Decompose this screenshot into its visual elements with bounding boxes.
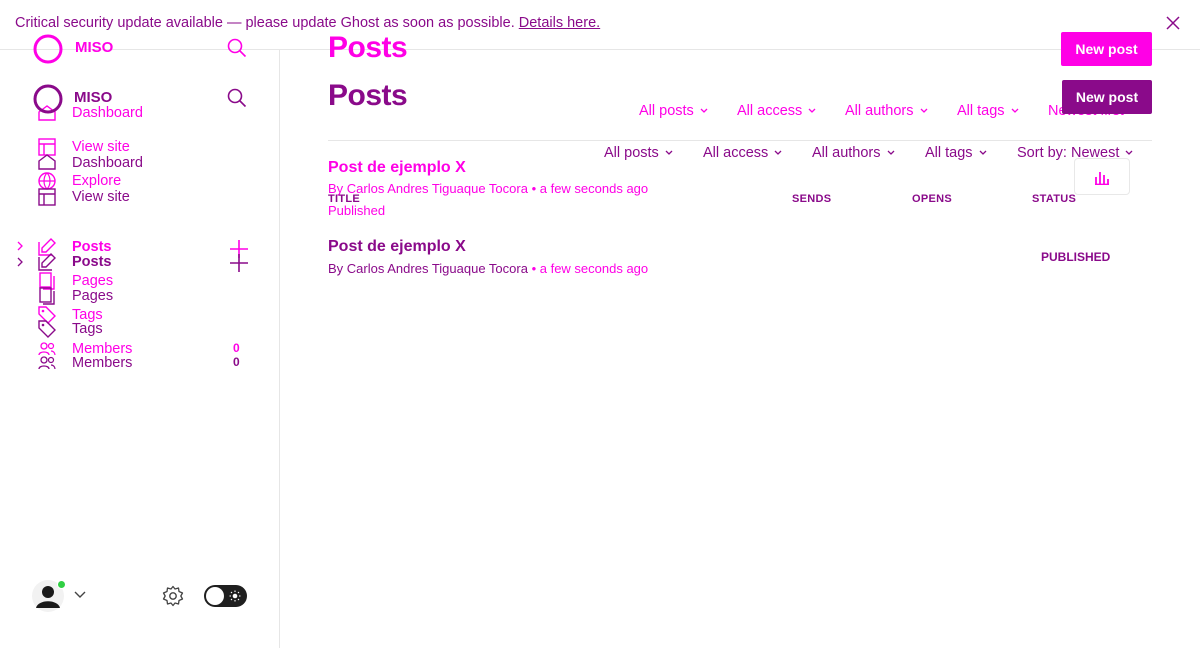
site-name: MISO — [75, 39, 114, 56]
chevron-down-icon — [1011, 108, 1019, 113]
view-site-icon — [38, 188, 56, 206]
avatar[interactable] — [32, 580, 66, 612]
chevron-right-icon[interactable] — [16, 257, 24, 267]
search-icon[interactable] — [227, 88, 247, 108]
nav-view-site[interactable]: View site — [72, 139, 130, 155]
sun-icon — [229, 590, 241, 602]
chevron-right-icon[interactable] — [16, 241, 24, 251]
filter-author-label: All authors — [812, 145, 881, 161]
members-count: 0 — [233, 355, 240, 369]
status-badge: PUBLISHED — [1041, 250, 1111, 264]
filter-access-label: All access — [703, 145, 769, 161]
filter-tag[interactable]: All tags — [957, 103, 1019, 119]
home-icon — [38, 154, 56, 170]
filter-type[interactable]: All posts — [604, 145, 673, 161]
chevron-down-icon — [887, 150, 894, 155]
edit-icon — [38, 253, 56, 271]
nav-pages[interactable]: Pages — [72, 273, 113, 289]
chevron-down-icon — [979, 150, 987, 155]
nav-tags[interactable]: Tags — [72, 321, 103, 337]
nav-view-site[interactable]: View site — [72, 189, 130, 205]
chevron-down-icon — [1125, 150, 1133, 155]
new-post-button[interactable]: New post — [1061, 32, 1152, 66]
chevron-down-icon — [700, 108, 708, 113]
dark-mode-toggle[interactable] — [204, 585, 247, 607]
nav-posts[interactable]: Posts — [72, 239, 112, 255]
filter-author-label: All authors — [845, 103, 914, 119]
post-meta: By Carlos Andres Tiguaque Tocora • a few… — [328, 261, 648, 276]
close-icon[interactable] — [1166, 16, 1182, 32]
nav-posts[interactable]: Posts — [72, 254, 112, 270]
online-status-dot — [57, 580, 66, 589]
header-divider — [328, 140, 1152, 141]
filter-tag-label: All tags — [957, 103, 1005, 119]
post-time: • a few seconds ago — [531, 181, 649, 196]
site-name: MISO — [74, 89, 113, 106]
filter-tag-label: All tags — [925, 145, 973, 161]
post-author: Carlos Andres Tiguaque Tocora — [346, 181, 528, 196]
analytics-button[interactable] — [1074, 158, 1130, 195]
filter-tag[interactable]: All tags — [925, 145, 987, 161]
banner-divider — [0, 49, 1200, 50]
plus-icon[interactable] — [229, 253, 249, 273]
banner-text: Critical security update available — ple… — [15, 15, 515, 31]
post-title[interactable]: Post de ejemplo X — [328, 238, 466, 256]
column-title: TITLE — [328, 193, 361, 205]
chevron-down-icon[interactable] — [74, 591, 86, 599]
filter-type-label: All posts — [639, 103, 694, 119]
filter-type-label: All posts — [604, 145, 659, 161]
column-opens: OPENS — [912, 193, 953, 205]
nav-explore[interactable]: Explore — [72, 173, 121, 189]
nav-pages[interactable]: Pages — [72, 288, 113, 304]
nav-dashboard[interactable]: Dashboard — [72, 105, 143, 121]
toggle-knob — [206, 587, 224, 605]
members-icon — [38, 356, 56, 370]
column-sends: SENDS — [792, 193, 832, 205]
members-count: 0 — [233, 341, 240, 355]
filter-author[interactable]: All authors — [845, 103, 928, 119]
new-post-button[interactable]: New post — [1062, 80, 1152, 114]
nav-dashboard[interactable]: Dashboard — [72, 155, 143, 171]
sidebar-divider — [279, 49, 280, 648]
site-logo-icon — [32, 33, 64, 65]
column-status: STATUS — [1032, 193, 1077, 205]
post-meta: By Carlos Andres Tiguaque Tocora • a few… — [328, 181, 648, 196]
post-author: Carlos Andres Tiguaque Tocora — [346, 261, 528, 276]
post-by: By — [328, 261, 344, 276]
filter-access-label: All access — [737, 103, 803, 119]
bar-chart-icon — [1095, 171, 1109, 185]
gear-icon[interactable] — [162, 585, 184, 607]
members-icon — [38, 342, 56, 356]
chevron-down-icon — [808, 108, 816, 113]
post-time: • a few seconds ago — [531, 261, 649, 276]
search-icon[interactable] — [227, 38, 247, 58]
page-title: Posts — [328, 31, 408, 64]
security-banner: Critical security update available — ple… — [15, 15, 600, 31]
chevron-down-icon — [774, 150, 782, 155]
filter-type[interactable]: All posts — [639, 103, 708, 119]
chevron-down-icon — [665, 150, 673, 155]
filter-author[interactable]: All authors — [812, 145, 895, 161]
page-icon — [39, 287, 55, 305]
nav-members[interactable]: Members — [72, 355, 132, 371]
post-status: Published — [328, 203, 386, 218]
tag-icon — [38, 320, 56, 338]
filter-access[interactable]: All access — [737, 103, 816, 119]
chevron-down-icon — [920, 108, 927, 113]
filter-access[interactable]: All access — [703, 145, 782, 161]
site-logo-icon — [32, 83, 64, 115]
post-title[interactable]: Post de ejemplo X — [328, 159, 466, 177]
banner-details-link[interactable]: Details here. — [519, 15, 600, 31]
page-title: Posts — [328, 79, 408, 112]
